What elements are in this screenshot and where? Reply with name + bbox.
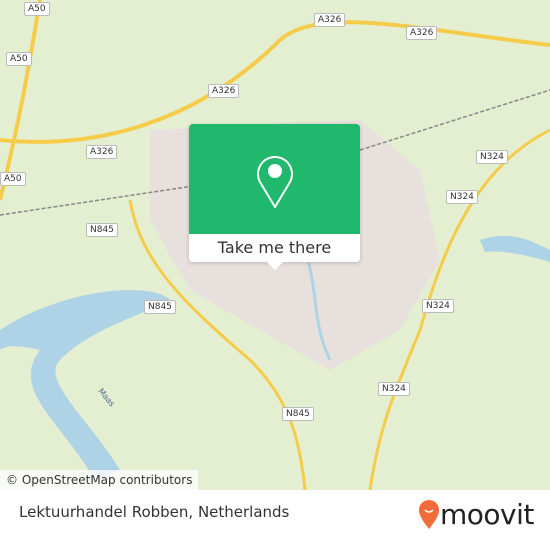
- take-me-there-popup[interactable]: Take me there: [189, 124, 360, 262]
- road-label: N845: [282, 407, 314, 421]
- popup-header: [189, 124, 360, 234]
- moovit-wordmark: moovit: [440, 498, 534, 531]
- place-name: Lektuurhandel Robben, Netherlands: [19, 503, 290, 521]
- road-label: N324: [476, 150, 508, 164]
- road-label: N324: [378, 382, 410, 396]
- road-label: N324: [446, 190, 478, 204]
- road-label: A50: [6, 52, 32, 66]
- map-pin-icon: [257, 156, 293, 208]
- moovit-pin-icon: [419, 499, 439, 529]
- road-label: A326: [208, 84, 240, 98]
- road-label: N845: [86, 223, 118, 237]
- motorway-a50: [0, 0, 42, 201]
- moovit-logo[interactable]: moovit: [418, 498, 534, 531]
- lake: [480, 235, 550, 262]
- road-label: N324: [422, 299, 454, 313]
- footer: Lektuurhandel Robben, Netherlands moovit: [0, 490, 550, 550]
- attribution[interactable]: © OpenStreetMap contributors: [0, 470, 199, 490]
- popup-pointer: [266, 261, 284, 270]
- take-me-there-button[interactable]: Take me there: [189, 234, 360, 262]
- road-label: A326: [314, 13, 346, 27]
- river-maas: [0, 290, 170, 480]
- road-label: A50: [24, 2, 50, 16]
- road-label: N845: [144, 300, 176, 314]
- road-label: A326: [86, 145, 118, 159]
- road-label: A326: [406, 26, 438, 40]
- road-label: A50: [0, 172, 26, 186]
